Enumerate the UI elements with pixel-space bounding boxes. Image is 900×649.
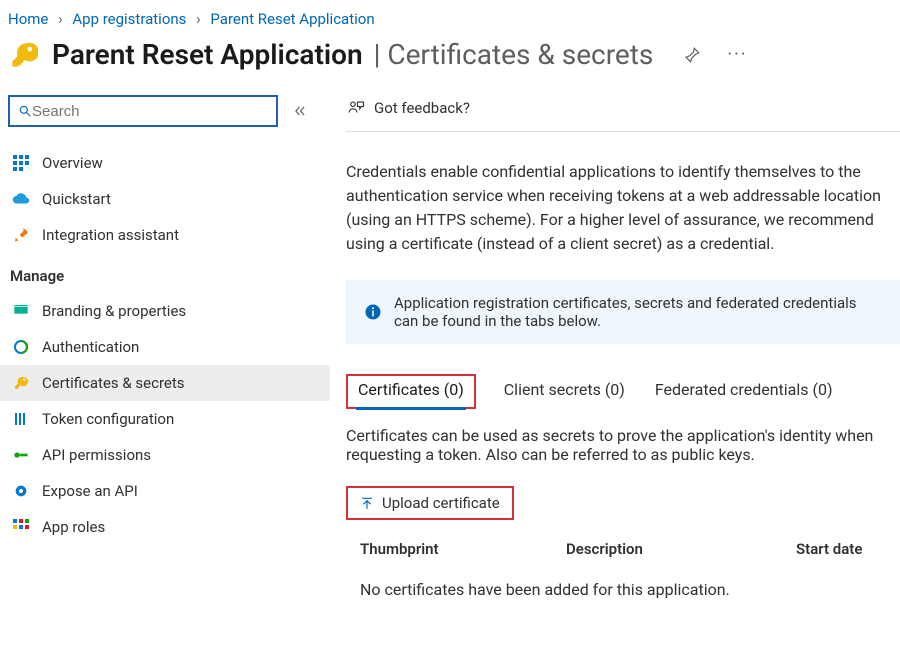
breadcrumb: Home › App registrations › Parent Reset … (0, 0, 900, 34)
column-thumbprint: Thumbprint (346, 540, 566, 558)
token-icon (12, 410, 30, 428)
sidebar-item-expose-api[interactable]: Expose an API (0, 473, 330, 509)
info-banner-text: Application registration certificates, s… (394, 294, 882, 330)
feedback-icon (346, 99, 366, 117)
collapse-icon[interactable] (292, 104, 308, 118)
search-icon (18, 104, 32, 118)
empty-state: No certificates have been added for this… (346, 580, 900, 599)
breadcrumb-sep: › (196, 10, 201, 28)
page-title: Parent Reset Application | Certificates … (52, 38, 653, 71)
tabs: Certificates (0) Client secrets (0) Fede… (346, 374, 900, 410)
page-title-main: Parent Reset Application (52, 38, 363, 71)
grid-icon (12, 154, 30, 172)
tag-icon (12, 302, 30, 320)
tab-client-secrets[interactable]: Client secrets (0) (502, 374, 627, 409)
sidebar-item-overview[interactable]: Overview (0, 145, 330, 181)
column-start-date: Start date (796, 540, 900, 558)
sidebar-item-label: Token configuration (42, 410, 174, 428)
sidebar-item-api-permissions[interactable]: API permissions (0, 437, 330, 473)
sidebar-item-label: Overview (42, 154, 103, 172)
more-icon[interactable]: ··· (727, 44, 747, 65)
sidebar-item-quickstart[interactable]: Quickstart (0, 181, 330, 217)
auth-icon (12, 338, 30, 356)
main-content: Got feedback? Credentials enable confide… (330, 89, 900, 599)
key-icon (8, 39, 40, 71)
breadcrumb-appreg[interactable]: App registrations (72, 10, 186, 28)
upload-label: Upload certificate (382, 494, 500, 512)
sidebar-item-label: Authentication (42, 338, 139, 356)
key-icon (12, 374, 30, 392)
breadcrumb-home[interactable]: Home (8, 10, 48, 28)
info-icon (364, 303, 382, 321)
upload-certificate-button[interactable]: Upload certificate (346, 486, 514, 520)
search-input[interactable] (32, 103, 268, 120)
sidebar-item-authentication[interactable]: Authentication (0, 329, 330, 365)
upload-icon (360, 495, 374, 511)
cloud-icon (12, 190, 30, 208)
sidebar-item-label: Quickstart (42, 190, 111, 208)
sidebar-item-certificates[interactable]: Certificates & secrets (0, 365, 330, 401)
highlight-box: Certificates (0) (346, 374, 476, 409)
sidebar-item-branding[interactable]: Branding & properties (0, 293, 330, 329)
column-description: Description (566, 540, 796, 558)
expose-icon (12, 482, 30, 500)
sidebar-item-label: Certificates & secrets (42, 374, 185, 392)
sidebar: Overview Quickstart Integration assistan… (0, 89, 330, 599)
sidebar-section-manage: Manage (0, 253, 330, 293)
info-banner: Application registration certificates, s… (346, 280, 900, 344)
sidebar-item-label: API permissions (42, 446, 151, 464)
feedback-link[interactable]: Got feedback? (346, 95, 900, 132)
sidebar-item-label: Branding & properties (42, 302, 186, 320)
search-box[interactable] (8, 95, 278, 127)
rocket-icon (12, 226, 30, 244)
feedback-label: Got feedback? (374, 99, 470, 117)
pin-icon[interactable] (683, 46, 701, 64)
page-title-sub: Certificates & secrets (387, 38, 653, 71)
sidebar-item-token[interactable]: Token configuration (0, 401, 330, 437)
sidebar-item-label: Integration assistant (42, 226, 179, 244)
page-header: Parent Reset Application | Certificates … (0, 34, 900, 89)
breadcrumb-current: Parent Reset Application (210, 10, 374, 28)
intro-text: Credentials enable confidential applicat… (346, 132, 900, 280)
roles-icon (12, 518, 30, 536)
sidebar-item-label: App roles (42, 518, 105, 536)
tab-federated[interactable]: Federated credentials (0) (653, 374, 835, 409)
api-icon (12, 446, 30, 464)
tab-description: Certificates can be used as secrets to p… (346, 426, 900, 464)
sidebar-item-label: Expose an API (42, 482, 138, 500)
tab-certificates[interactable]: Certificates (0) (356, 374, 466, 409)
sidebar-item-app-roles[interactable]: App roles (0, 509, 330, 545)
breadcrumb-sep: › (58, 10, 63, 28)
table-header: Thumbprint Description Start date (346, 540, 900, 558)
sidebar-item-integration[interactable]: Integration assistant (0, 217, 330, 253)
